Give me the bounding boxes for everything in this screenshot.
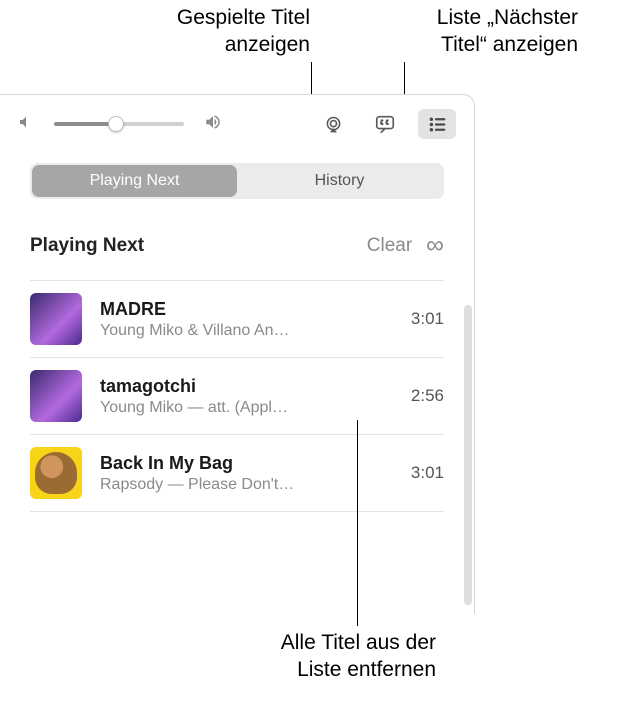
clear-button[interactable]: Clear [367,235,412,257]
album-artwork [30,370,82,422]
autoplay-infinity-icon[interactable]: ∞ [426,233,444,258]
tab-history[interactable]: History [237,165,442,197]
track-subtitle: Rapsody — Please Don't… [100,476,397,494]
lyrics-button[interactable] [366,109,404,139]
callout-clear: Alle Titel aus der Liste entfernen [176,629,436,684]
track-row[interactable]: MADRE Young Miko & Villano An… 3:01 [30,280,444,357]
playing-next-panel: Playing Next History Playing Next Clear … [0,94,475,614]
track-duration: 2:56 [411,386,444,406]
volume-slider[interactable] [54,122,184,126]
airplay-button[interactable] [314,109,352,139]
track-subtitle: Young Miko — att. (Appl… [100,399,397,417]
track-duration: 3:01 [411,463,444,483]
track-duration: 3:01 [411,309,444,329]
track-title: tamagotchi [100,376,397,397]
segment-control: Playing Next History [30,163,444,199]
track-row[interactable]: tamagotchi Young Miko — att. (Appl… 2:56 [30,357,444,434]
track-subtitle: Young Miko & Villano An… [100,322,397,340]
callout-line [357,420,358,626]
track-title: MADRE [100,299,397,320]
volume-high-icon [204,113,222,136]
track-row[interactable]: Back In My Bag Rapsody — Please Don't… 3… [30,434,444,511]
toolbar [0,95,474,163]
tab-playing-next[interactable]: Playing Next [32,165,237,197]
album-artwork [30,293,82,345]
callout-queue: Liste „Nächster Titel“ anzeigen [378,4,578,59]
album-artwork [30,447,82,499]
track-title: Back In My Bag [100,453,397,474]
content-area: Playing Next History Playing Next Clear … [0,163,474,512]
track-list: MADRE Young Miko & Villano An… 3:01 tama… [30,280,444,512]
callout-history: Gespielte Titel anzeigen [120,4,310,59]
volume-low-icon [18,114,34,135]
section-heading: Playing Next [30,235,144,257]
scrollbar[interactable] [464,305,472,605]
heading-row: Playing Next Clear ∞ [30,233,444,258]
queue-button[interactable] [418,109,456,139]
